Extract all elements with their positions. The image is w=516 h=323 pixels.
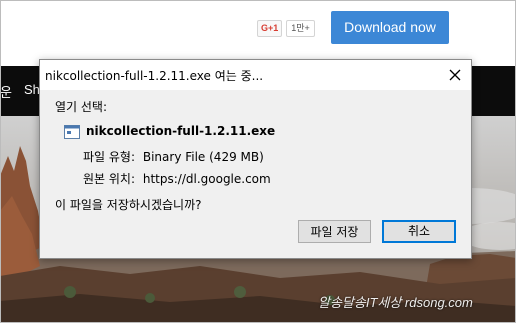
nav-item-2[interactable]: Sh: [24, 82, 40, 97]
google-plus-count: 1만+: [286, 19, 315, 37]
nav-item-1[interactable]: 운: [0, 82, 12, 101]
dialog-title: nikcollection-full-1.2.11.exe 여는 중...: [45, 69, 264, 83]
source-row: 원본 위치: https://dl.google.com: [83, 170, 271, 187]
file-row: nikcollection-full-1.2.11.exe: [64, 124, 276, 139]
file-type-row: 파일 유형: Binary File (429 MB): [83, 148, 264, 165]
save-file-button[interactable]: 파일 저장: [298, 220, 371, 243]
cancel-button[interactable]: 취소: [382, 220, 456, 243]
dialog-titlebar[interactable]: nikcollection-full-1.2.11.exe 여는 중...: [40, 60, 471, 90]
download-now-button[interactable]: Download now: [331, 11, 449, 44]
site-watermark: 알송달송IT세상 rdsong.com: [318, 295, 473, 310]
web-page-header: G+1 1만+ Download now: [0, 0, 516, 66]
file-type-label: 파일 유형:: [83, 150, 136, 164]
file-type-value: Binary File (429 MB): [142, 150, 264, 164]
source-label: 원본 위치:: [83, 172, 136, 186]
google-plus-button[interactable]: G+1: [257, 19, 283, 37]
close-icon[interactable]: [445, 65, 465, 85]
file-download-dialog: nikcollection-full-1.2.11.exe 여는 중... 열기…: [39, 59, 472, 259]
save-question: 이 파일을 저장하시겠습니까?: [55, 198, 202, 212]
file-name: nikcollection-full-1.2.11.exe: [86, 124, 276, 138]
source-value: https://dl.google.com: [142, 172, 271, 186]
executable-file-icon: [64, 124, 80, 139]
open-with-prompt: 열기 선택:: [55, 100, 108, 114]
google-plus-widget[interactable]: G+1 1만+: [257, 19, 315, 37]
